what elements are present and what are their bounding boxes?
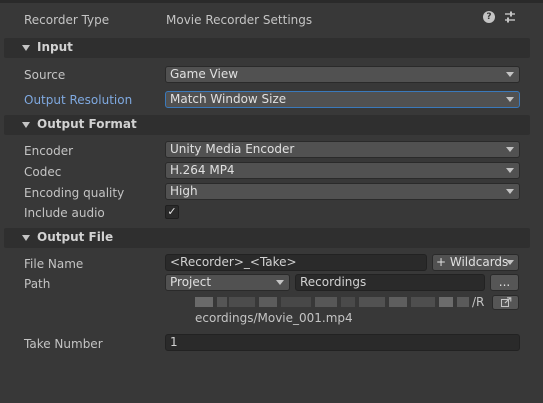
chevron-down-icon	[506, 72, 514, 77]
chevron-down-icon	[506, 189, 514, 194]
source-value: Game View	[170, 67, 239, 81]
encoder-label: Encoder	[24, 144, 74, 158]
recorder-type-label: Recorder Type	[24, 13, 110, 27]
foldout-arrow-icon	[22, 122, 30, 128]
section-title: Output Format	[37, 117, 137, 131]
recorder-type-value: Movie Recorder Settings	[166, 13, 313, 27]
preset-sliders-icon[interactable]	[503, 10, 517, 24]
include-audio-label: Include audio	[24, 206, 105, 220]
source-label: Source	[24, 68, 66, 82]
open-external-icon[interactable]	[492, 295, 519, 310]
chevron-down-icon	[506, 147, 514, 152]
resolved-path-suffix: /R	[472, 295, 485, 309]
codec-label: Codec	[24, 165, 62, 179]
path-root-value: Project	[170, 275, 212, 289]
help-icon[interactable]: ?	[483, 11, 495, 23]
codec-value: H.264 MP4	[170, 163, 235, 177]
section-input[interactable]: Input	[4, 38, 530, 58]
encoding-quality-label: Encoding quality	[24, 186, 125, 200]
path-label: Path	[24, 277, 51, 291]
section-output-format[interactable]: Output Format	[4, 115, 530, 135]
include-audio-checkbox[interactable]: ✓	[165, 205, 179, 219]
file-name-input[interactable]: <Recorder>_<Take>	[165, 254, 427, 271]
section-output-file[interactable]: Output File	[4, 228, 530, 248]
foldout-arrow-icon	[22, 45, 30, 51]
chevron-down-icon	[506, 168, 514, 173]
resolved-path-redacted	[195, 296, 471, 308]
section-title: Output File	[37, 230, 114, 244]
encoding-quality-value: High	[170, 184, 198, 198]
file-name-label: File Name	[24, 257, 84, 271]
chevron-down-icon	[276, 280, 284, 285]
wildcards-dropdown[interactable]: + Wildcards	[432, 254, 519, 271]
wildcards-label: + Wildcards	[436, 255, 509, 269]
encoder-value: Unity Media Encoder	[170, 142, 295, 156]
encoding-quality-dropdown[interactable]: High	[165, 183, 520, 200]
path-root-dropdown[interactable]: Project	[165, 274, 290, 291]
chevron-down-icon	[506, 260, 514, 265]
browse-button[interactable]: ...	[490, 274, 519, 291]
window-top-edge	[0, 0, 543, 3]
resolved-path-line2: ecordings/Movie_001.mp4	[195, 311, 353, 325]
section-title: Input	[37, 40, 73, 54]
encoder-dropdown[interactable]: Unity Media Encoder	[165, 141, 520, 158]
path-folder-input[interactable]: Recordings	[295, 274, 485, 291]
chevron-down-icon	[506, 97, 514, 102]
output-resolution-label: Output Resolution	[24, 93, 133, 107]
source-dropdown[interactable]: Game View	[165, 66, 520, 83]
codec-dropdown[interactable]: H.264 MP4	[165, 162, 520, 179]
foldout-arrow-icon	[22, 235, 30, 241]
take-number-label: Take Number	[24, 337, 103, 351]
take-number-input[interactable]: 1	[165, 334, 520, 351]
output-resolution-value: Match Window Size	[170, 92, 287, 106]
output-resolution-dropdown[interactable]: Match Window Size	[165, 91, 520, 108]
